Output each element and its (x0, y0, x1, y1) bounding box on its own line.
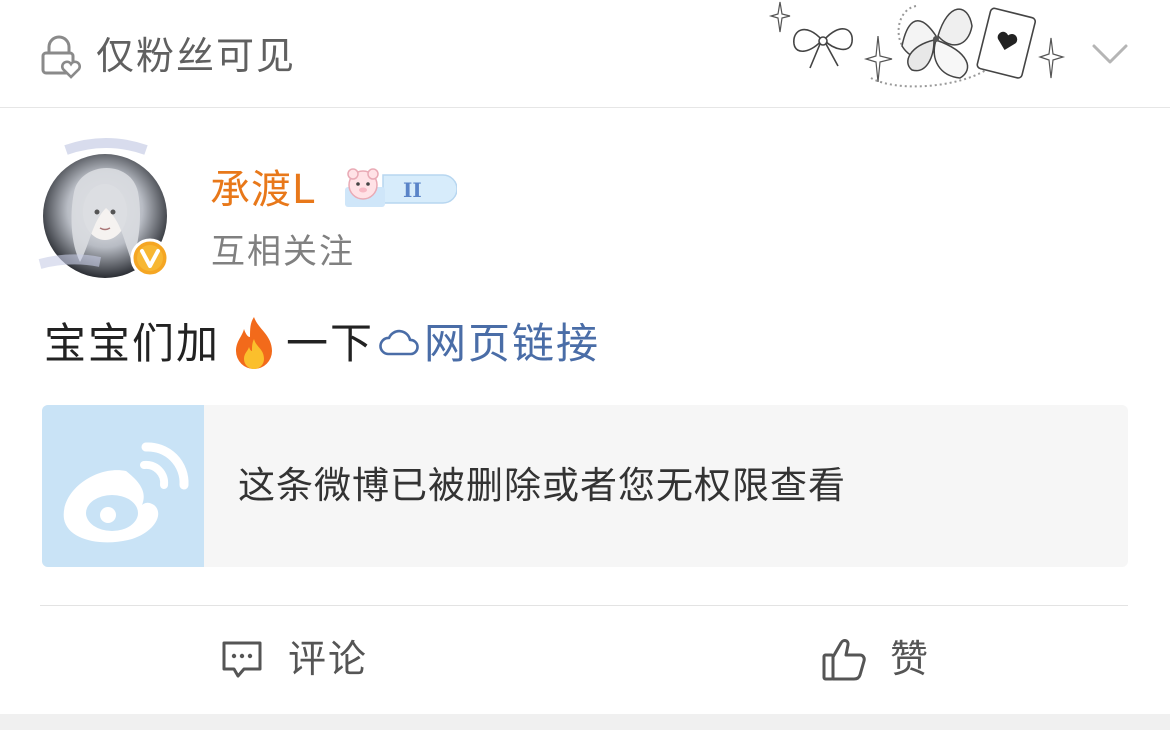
deleted-repost-card[interactable]: 这条微博已被删除或者您无权限查看 (42, 405, 1128, 567)
card-thumbnail (42, 405, 204, 567)
fire-icon (236, 317, 273, 369)
deleted-message: 这条微博已被删除或者您无权限查看 (238, 464, 846, 507)
decorative-banner (768, 1, 1066, 88)
comment-label: 评论 (288, 637, 369, 681)
web-link[interactable]: 网页链接 (424, 314, 600, 374)
post-header: 仅粉丝可见 (0, 0, 1170, 108)
like-label: 赞 (890, 637, 931, 681)
comment-button[interactable]: 评论 (218, 630, 368, 688)
lock-heart-icon (41, 35, 81, 79)
verified-badge-icon (130, 238, 170, 278)
chevron-down-icon[interactable] (1090, 38, 1130, 68)
author-name[interactable]: 承渡L (210, 164, 315, 216)
action-divider (40, 605, 1128, 606)
post-content: 宝宝们加 一下 网页链接 (44, 314, 600, 374)
avatar[interactable] (36, 132, 174, 280)
svg-text:II: II (403, 178, 422, 202)
comment-icon (222, 641, 262, 678)
link-icon[interactable] (378, 326, 422, 362)
weibo-logo-icon (63, 442, 189, 543)
visibility-label: 仅粉丝可见 (96, 34, 297, 78)
member-level-badge-icon[interactable]: II (343, 167, 457, 211)
post-text-after: 一下 (286, 319, 375, 368)
weibo-post: 仅粉丝可见 承渡L II 互相关注 宝宝们加 一下 网页链接 这条微博已被删除或… (0, 0, 1170, 730)
post-text-before: 宝宝们加 (44, 319, 221, 368)
follow-relation: 互相关注 (211, 232, 355, 272)
like-button[interactable]: 赞 (820, 630, 930, 688)
bottom-separator (0, 714, 1170, 730)
thumbs-up-icon (822, 639, 866, 681)
